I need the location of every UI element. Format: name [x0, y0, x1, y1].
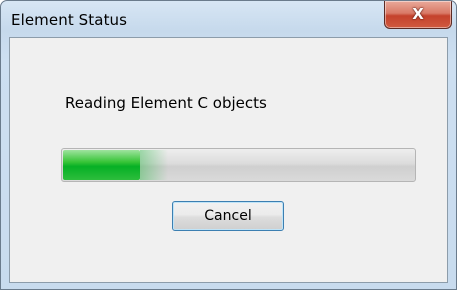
title-bar[interactable]: Element Status X	[1, 1, 456, 37]
status-message: Reading Element C objects	[65, 94, 267, 112]
dialog-content: Reading Element C objects Cancel	[9, 37, 448, 283]
close-icon: X	[412, 5, 424, 23]
window-title: Element Status	[11, 11, 128, 29]
element-status-dialog: Element Status X Reading Element C objec…	[0, 0, 457, 290]
cancel-button[interactable]: Cancel	[172, 201, 284, 231]
close-button[interactable]: X	[384, 1, 452, 29]
progress-bar	[61, 148, 416, 182]
progress-bar-fill	[63, 150, 168, 180]
